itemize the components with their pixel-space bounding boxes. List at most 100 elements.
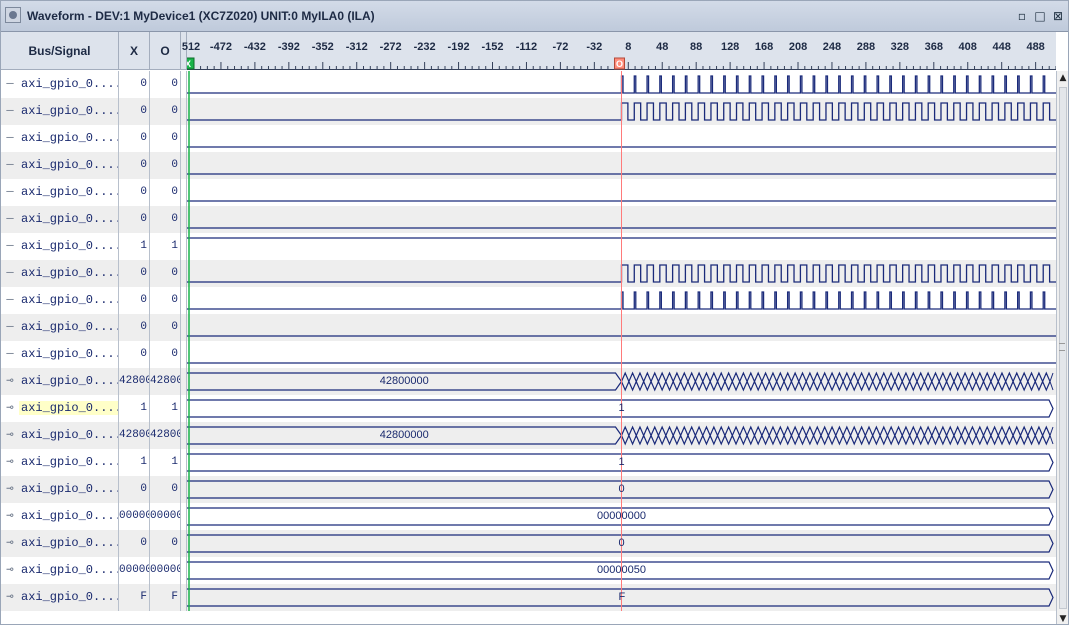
signal-name-cell[interactable]: ─ axi_gpio_0.... — [1, 152, 119, 179]
waveform-trace[interactable] — [187, 125, 1056, 152]
signal-name-cell[interactable]: ⊸ axi_gpio_0.... — [1, 395, 119, 422]
close-icon[interactable]: ⊠ — [1050, 8, 1066, 24]
signal-row[interactable]: ─ axi_gpio_0.... 0 0 — [1, 152, 1056, 179]
waveform-trace[interactable] — [187, 368, 1056, 395]
waveform-trace[interactable] — [187, 287, 1056, 314]
bus-expand-icon[interactable]: ⊸ — [1, 395, 19, 422]
waveform-trace[interactable] — [187, 422, 1056, 449]
window-title: Waveform - DEV:1 MyDevice1 (XC7Z020) UNI… — [27, 9, 375, 23]
signal-name-cell[interactable]: ─ axi_gpio_0.... — [1, 98, 119, 125]
bus-wave-bottom — [187, 433, 1051, 446]
ruler-tick-label: 128 — [720, 41, 740, 53]
signal-name: axi_gpio_0.... — [21, 185, 119, 199]
signal-name: axi_gpio_0.... — [21, 212, 119, 226]
bus-row[interactable]: ⊸ axi_gpio_0.... 0 0 0 — [1, 476, 1056, 503]
bus-row[interactable]: ⊸ axi_gpio_0.... 1 1 1 — [1, 449, 1056, 476]
bus-row[interactable]: ⊸ axi_gpio_0.... 00000 00000 00000000 — [1, 503, 1056, 530]
signal-name-cell[interactable]: ─ axi_gpio_0.... — [1, 233, 119, 260]
column-header-signal[interactable]: Bus/Signal — [1, 32, 119, 70]
signal-name-cell[interactable]: ⊸ axi_gpio_0.... — [1, 368, 119, 395]
bus-wave-top — [187, 425, 1051, 438]
signal-name-cell[interactable]: ⊸ axi_gpio_0.... — [1, 449, 119, 476]
signal-row[interactable]: ─ axi_gpio_0.... 0 0 — [1, 125, 1056, 152]
signal-name-cell[interactable]: ─ axi_gpio_0.... — [1, 125, 119, 152]
scroll-down-icon[interactable]: ▼ — [1057, 612, 1068, 624]
maximize-icon[interactable]: □ — [1032, 8, 1048, 24]
signal-name: axi_gpio_0.... — [21, 266, 119, 280]
bus-expand-icon[interactable]: ⊸ — [1, 503, 19, 530]
bus-value-label: F — [618, 591, 626, 603]
bus-expand-icon[interactable]: ⊸ — [1, 530, 19, 557]
signal-name: axi_gpio_0.... — [21, 428, 119, 442]
signal-name-cell[interactable]: ─ axi_gpio_0.... — [1, 287, 119, 314]
signal-name-cell[interactable]: ⊸ axi_gpio_0.... — [1, 503, 119, 530]
ruler-tick-label: 168 — [754, 41, 774, 53]
signal-row[interactable]: ─ axi_gpio_0.... 0 0 — [1, 260, 1056, 287]
waveform-trace[interactable] — [187, 341, 1056, 368]
tree-branch-icon: ─ — [6, 212, 14, 226]
signal-row[interactable]: ─ axi_gpio_0.... 0 0 — [1, 179, 1056, 206]
tree-branch-icon: ─ — [6, 347, 14, 361]
signal-row[interactable]: ─ axi_gpio_0.... 0 0 — [1, 314, 1056, 341]
ruler-tick-label: -312 — [345, 41, 368, 53]
signal-name-cell[interactable]: ⊸ axi_gpio_0.... — [1, 584, 119, 611]
bus-row[interactable]: ⊸ axi_gpio_0.... 0 0 0 — [1, 530, 1056, 557]
o-cursor-value: 0 — [150, 314, 181, 341]
bus-expand-icon[interactable]: ⊸ — [1, 368, 19, 395]
signal-row[interactable]: ─ axi_gpio_0.... 1 1 — [1, 233, 1056, 260]
bus-expand-icon[interactable]: ⊸ — [1, 476, 19, 503]
signal-name-cell[interactable]: ⊸ axi_gpio_0.... — [1, 530, 119, 557]
waveform-trace[interactable] — [187, 233, 1056, 260]
bus-row[interactable]: ⊸ axi_gpio_0.... F F F — [1, 584, 1056, 611]
minimize-icon[interactable]: ▫ — [1014, 8, 1030, 24]
signal-name-cell[interactable]: ─ axi_gpio_0.... — [1, 341, 119, 368]
signal-name-cell[interactable]: ─ axi_gpio_0.... — [1, 179, 119, 206]
signal-name: axi_gpio_0.... — [21, 131, 119, 145]
waveform-trace[interactable] — [187, 71, 1056, 98]
bus-end — [1049, 426, 1054, 445]
bus-row[interactable]: ⊸ axi_gpio_0.... 00000 00000 00000050 — [1, 557, 1056, 584]
o-cursor-value: 0 — [150, 125, 181, 152]
bus-expand-icon[interactable]: ⊸ — [1, 557, 19, 584]
column-header-o[interactable]: O — [150, 32, 181, 70]
waveform-trace[interactable] — [187, 260, 1056, 287]
waveform-trace[interactable] — [187, 314, 1056, 341]
signal-name: axi_gpio_0.... — [21, 590, 119, 604]
bus-row[interactable]: ⊸ axi_gpio_0.... 1 1 1 — [1, 395, 1056, 422]
signal-row[interactable]: ─ axi_gpio_0.... 0 0 — [1, 206, 1056, 233]
signal-name-cell[interactable]: ─ axi_gpio_0.... — [1, 206, 119, 233]
signal-name-cell[interactable]: ⊸ axi_gpio_0.... — [1, 557, 119, 584]
vertical-scrollbar[interactable]: ▲ ▼ — [1056, 71, 1068, 624]
time-ruler[interactable]: X O 512 -472 -432 -392 -352 -312 -272 -232 -192 -1… — [182, 32, 1057, 70]
title-bar[interactable]: Waveform - DEV:1 MyDevice1 (XC7Z020) UNI… — [1, 1, 1068, 32]
o-cursor-value: 0 — [150, 260, 181, 287]
signal-row[interactable]: ─ axi_gpio_0.... 0 0 — [1, 71, 1056, 98]
bus-expand-icon[interactable]: ⊸ — [1, 449, 19, 476]
o-cursor-value: 42800 — [150, 368, 181, 395]
waveform-trace[interactable] — [187, 206, 1056, 233]
signal-row[interactable]: ─ axi_gpio_0.... 0 0 — [1, 341, 1056, 368]
signal-row[interactable]: ─ axi_gpio_0.... 0 0 — [1, 98, 1056, 125]
x-cursor-value: 0 — [119, 152, 150, 179]
signal-name: axi_gpio_0.... — [21, 347, 119, 361]
signal-name-cell[interactable]: ─ axi_gpio_0.... — [1, 71, 119, 98]
signal-name-cell[interactable]: ─ axi_gpio_0.... — [1, 314, 119, 341]
waveform-trace[interactable] — [187, 179, 1056, 206]
o-cursor-value: 0 — [150, 71, 181, 98]
bus-expand-icon[interactable]: ⊸ — [1, 422, 19, 449]
scroll-up-icon[interactable]: ▲ — [1057, 71, 1068, 85]
signal-name-cell[interactable]: ─ axi_gpio_0.... — [1, 260, 119, 287]
signal-name-cell[interactable]: ⊸ axi_gpio_0.... — [1, 476, 119, 503]
waveform-trace[interactable] — [187, 152, 1056, 179]
signal-name: axi_gpio_0.... — [21, 104, 119, 118]
bus-row[interactable]: ⊸ axi_gpio_0.... 42800 42800 42800000 — [1, 422, 1056, 449]
bus-expand-icon[interactable]: ⊸ — [1, 584, 19, 611]
ruler-tick-label: 48 — [656, 41, 669, 53]
waveform-trace[interactable] — [187, 98, 1056, 125]
column-header-x[interactable]: X — [119, 32, 150, 70]
bus-row[interactable]: ⊸ axi_gpio_0.... 42800 42800 42800000 — [1, 368, 1056, 395]
signal-name-cell[interactable]: ⊸ axi_gpio_0.... — [1, 422, 119, 449]
signal-name: axi_gpio_0.... — [21, 374, 119, 388]
signal-row[interactable]: ─ axi_gpio_0.... 0 0 — [1, 287, 1056, 314]
signal-name: axi_gpio_0.... — [21, 455, 119, 469]
